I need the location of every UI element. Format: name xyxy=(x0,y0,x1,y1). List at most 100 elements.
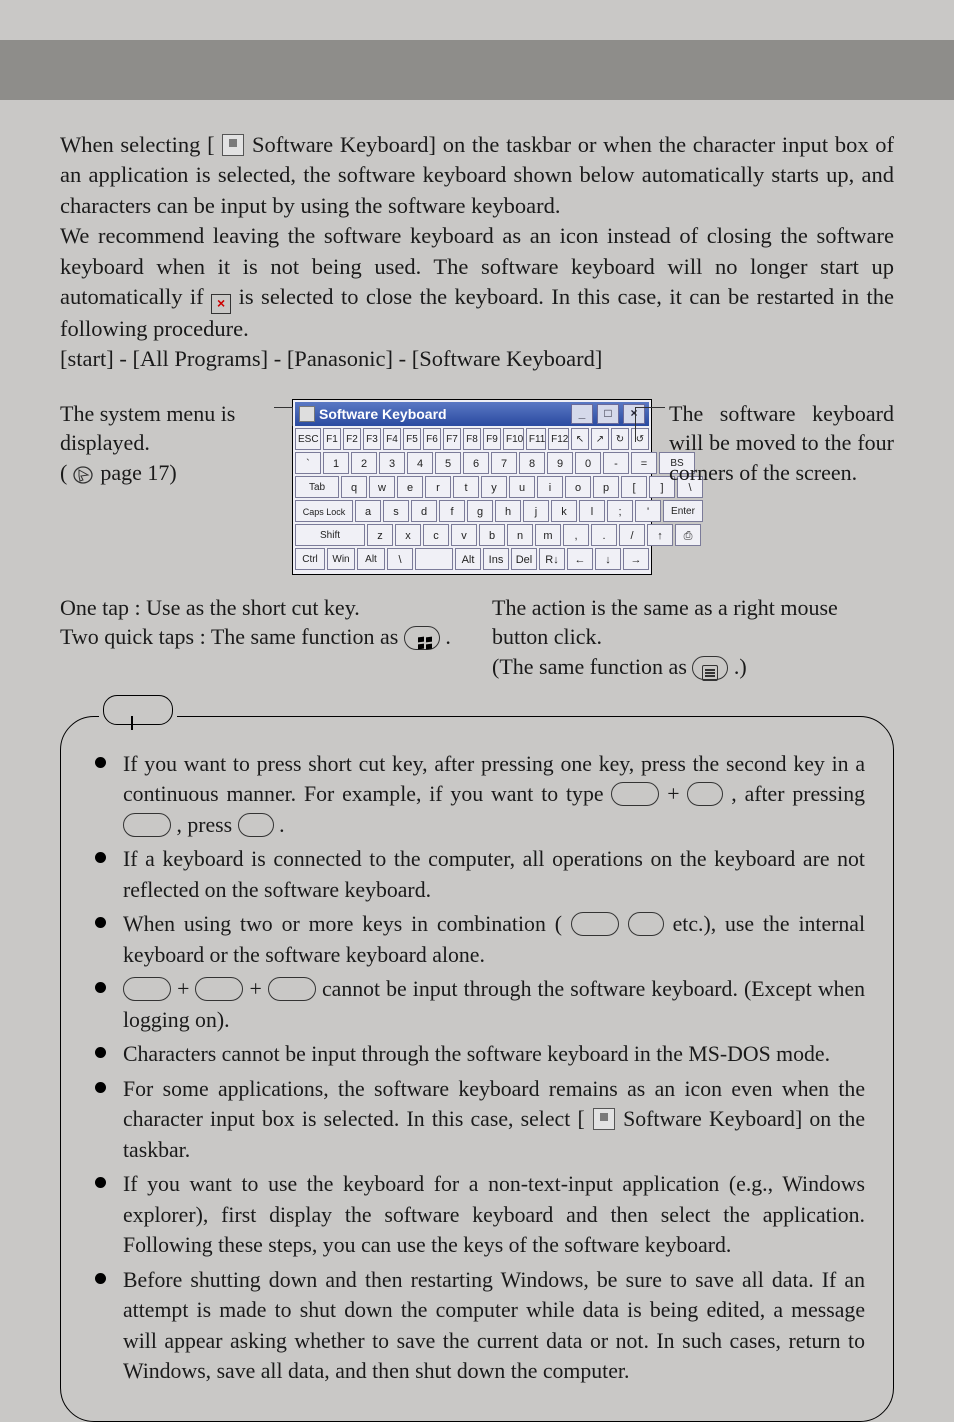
keyboard-key[interactable]: ' xyxy=(635,500,661,522)
keyboard-key[interactable]: q xyxy=(341,476,367,498)
keyboard-key[interactable]: 4 xyxy=(407,452,433,474)
keyboard-key[interactable]: Tab xyxy=(295,476,339,498)
keyboard-key[interactable]: ↓ xyxy=(595,548,621,570)
keyboard-key[interactable]: 1 xyxy=(323,452,349,474)
windows-key-icon xyxy=(404,626,440,650)
keyboard-key[interactable]: = xyxy=(631,452,657,474)
keyboard-key[interactable]: 5 xyxy=(435,452,461,474)
keyboard-key[interactable]: ← xyxy=(567,548,593,570)
keyboard-key[interactable]: Caps Lock xyxy=(295,500,353,522)
keyboard-key[interactable]: → xyxy=(623,548,649,570)
keyboard-key[interactable]: F10 xyxy=(503,428,524,450)
keyboard-key[interactable]: f xyxy=(439,500,465,522)
keyboard-key[interactable]: a xyxy=(355,500,381,522)
intro-p2: We recommend leaving the software keyboa… xyxy=(60,221,894,344)
keyboard-key[interactable]: Alt xyxy=(455,548,481,570)
left-caption: The system menu is displayed. ( page 17) xyxy=(60,399,275,575)
keyboard-key[interactable]: 7 xyxy=(491,452,517,474)
keyboard-key[interactable]: / xyxy=(619,524,645,546)
keyboard-key[interactable]: F1 xyxy=(323,428,341,450)
keyboard-key[interactable]: \ xyxy=(387,548,413,570)
keyboard-key[interactable]: [ xyxy=(621,476,647,498)
keyboard-key[interactable]: Alt xyxy=(357,548,385,570)
keyboard-key[interactable]: R↓ xyxy=(539,548,565,570)
keyboard-key[interactable]: Win xyxy=(327,548,355,570)
keyboard-key[interactable]: F5 xyxy=(403,428,421,450)
keyboard-titlebar: Software Keyboard _ □ × xyxy=(295,402,649,426)
note-tab xyxy=(99,695,177,730)
keyboard-key[interactable]: 2 xyxy=(351,452,377,474)
keyboard-title: Software Keyboard xyxy=(319,406,447,422)
below-right-l1: The action is the same as a right mouse … xyxy=(492,593,894,652)
keyboard-key[interactable]: ↗ xyxy=(591,428,609,450)
maximize-button[interactable]: □ xyxy=(597,404,619,424)
keyboard-key[interactable]: F12 xyxy=(548,428,569,450)
keyboard-key[interactable]: Ctrl xyxy=(295,548,325,570)
left-caption-l2b: page 17) xyxy=(100,460,176,485)
keyboard-key[interactable]: w xyxy=(369,476,395,498)
minimize-button[interactable]: _ xyxy=(571,404,593,424)
keyboard-key[interactable]: c xyxy=(423,524,449,546)
below-right-l2a: (The same function as xyxy=(492,654,692,679)
key-pill xyxy=(123,977,171,1001)
keyboard-key[interactable]: t xyxy=(453,476,479,498)
keyboard-key[interactable]: m xyxy=(535,524,561,546)
keyboard-key[interactable]: y xyxy=(481,476,507,498)
keyboard-key[interactable]: F4 xyxy=(383,428,401,450)
keyboard-key[interactable]: p xyxy=(593,476,619,498)
keyboard-key[interactable]: o xyxy=(565,476,591,498)
left-caption-l1: The system menu is displayed. xyxy=(60,399,275,458)
keyboard-key[interactable]: - xyxy=(603,452,629,474)
key-pill xyxy=(195,977,243,1001)
keyboard-key[interactable]: r xyxy=(425,476,451,498)
keyboard-key[interactable]: v xyxy=(451,524,477,546)
keyboard-title-icon xyxy=(299,406,315,422)
keyboard-key-space[interactable] xyxy=(415,548,453,570)
keyboard-key[interactable]: j xyxy=(523,500,549,522)
keyboard-key[interactable]: d xyxy=(411,500,437,522)
taskbar-icon xyxy=(593,1108,615,1130)
below-right-l2b: .) xyxy=(734,654,747,679)
keyboard-key[interactable]: , xyxy=(563,524,589,546)
note-3: When using two or more keys in combinati… xyxy=(95,909,865,970)
keyboard-key[interactable]: z xyxy=(367,524,393,546)
intro-block: When selecting [ Software Keyboard] on t… xyxy=(60,130,894,375)
keyboard-key[interactable]: 8 xyxy=(519,452,545,474)
keyboard-key[interactable]: Del xyxy=(511,548,537,570)
keyboard-key[interactable]: x xyxy=(395,524,421,546)
keyboard-key[interactable]: ; xyxy=(607,500,633,522)
keyboard-key[interactable]: h xyxy=(495,500,521,522)
keyboard-key[interactable]: F3 xyxy=(363,428,381,450)
note-2: If a keyboard is connected to the comput… xyxy=(95,844,865,905)
right-caption: The software keyboard will be moved to t… xyxy=(669,399,894,575)
note-5: Characters cannot be input through the s… xyxy=(95,1039,865,1070)
keyboard-key[interactable]: . xyxy=(591,524,617,546)
keyboard-key[interactable]: Shift xyxy=(295,524,365,546)
keyboard-key[interactable]: 0 xyxy=(575,452,601,474)
keyboard-key[interactable]: F11 xyxy=(526,428,546,450)
keyboard-key[interactable]: l xyxy=(579,500,605,522)
keyboard-key[interactable]: n xyxy=(507,524,533,546)
keyboard-key[interactable]: e xyxy=(397,476,423,498)
keyboard-key[interactable]: ESC xyxy=(295,428,321,450)
right-caption-text: The software keyboard will be moved to t… xyxy=(669,401,894,485)
keyboard-key[interactable]: F7 xyxy=(443,428,461,450)
keyboard-key[interactable]: u xyxy=(509,476,535,498)
keyboard-key[interactable]: b xyxy=(479,524,505,546)
keyboard-key[interactable]: ↖ xyxy=(571,428,589,450)
keyboard-key[interactable]: 6 xyxy=(463,452,489,474)
keyboard-key[interactable]: g xyxy=(467,500,493,522)
keyboard-key[interactable]: 3 xyxy=(379,452,405,474)
keyboard-key[interactable]: F6 xyxy=(423,428,441,450)
keyboard-key[interactable]: ` xyxy=(295,452,321,474)
keyboard-key[interactable]: k xyxy=(551,500,577,522)
keyboard-key[interactable]: s xyxy=(383,500,409,522)
keyboard-key[interactable]: ↺ xyxy=(631,428,649,450)
keyboard-key[interactable]: i xyxy=(537,476,563,498)
keyboard-key[interactable]: F9 xyxy=(483,428,501,450)
keyboard-key[interactable]: Ins xyxy=(483,548,509,570)
keyboard-key[interactable]: 9 xyxy=(547,452,573,474)
keyboard-key[interactable]: F8 xyxy=(463,428,481,450)
keyboard-key[interactable]: F2 xyxy=(343,428,361,450)
keyboard-key[interactable]: ↻ xyxy=(611,428,629,450)
